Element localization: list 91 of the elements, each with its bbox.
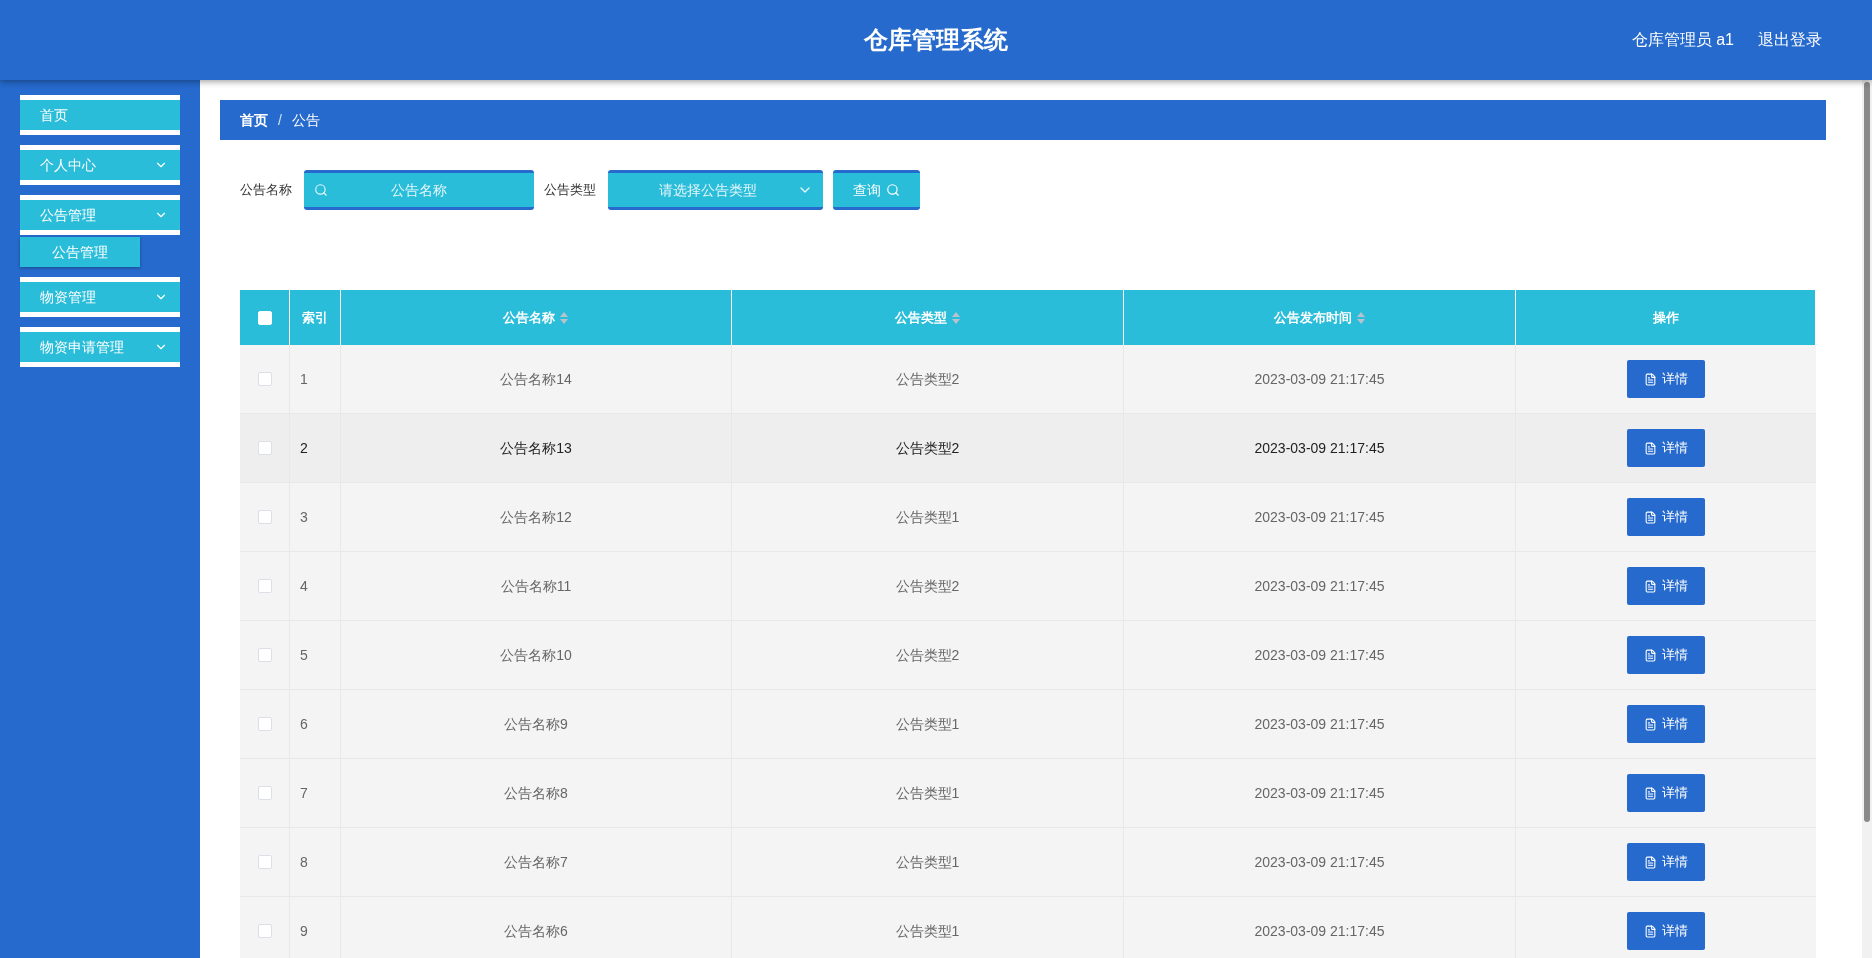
checkbox[interactable]	[257, 579, 272, 593]
details-button[interactable]: 详情	[1627, 567, 1705, 605]
document-icon	[1644, 648, 1657, 662]
search-icon	[314, 183, 328, 197]
checkbox[interactable]	[257, 924, 272, 938]
table-cell-text: 2023-03-09 21:17:45	[1254, 645, 1385, 665]
checkbox[interactable]	[257, 717, 272, 731]
table-cell-text: 公告类型2	[895, 369, 960, 389]
details-button[interactable]: 详情	[1627, 498, 1705, 536]
table-cell-text: 公告名称7	[504, 852, 568, 872]
table-cell-text: 2023-03-09 21:17:45	[1254, 369, 1385, 389]
sort-icon[interactable]	[950, 310, 961, 325]
table-cell-text: 2023-03-09 21:17:45	[1254, 921, 1385, 941]
app-title: 仓库管理系统	[864, 25, 1008, 55]
table-row[interactable]: 7 公告名称8 公告类型1 2023-03-09 21:17:45 详情	[240, 759, 1816, 828]
table-cell-text: 公告类型1	[895, 507, 960, 527]
table-cell-text: 8	[300, 852, 308, 872]
document-icon	[1644, 924, 1657, 938]
table-cell-text: 公告类型2	[895, 645, 960, 665]
table-cell-text: 公告类型2	[895, 576, 960, 596]
document-icon	[1644, 717, 1657, 731]
breadcrumb-separator: /	[278, 110, 282, 130]
details-button[interactable]: 详情	[1627, 912, 1705, 950]
search-field[interactable]: 公告名称	[304, 170, 534, 210]
checkbox[interactable]	[257, 855, 272, 869]
field-label: 公告类型	[544, 181, 596, 200]
checkbox[interactable]	[257, 510, 272, 524]
column-title: 公告类型	[894, 308, 947, 327]
document-icon	[1644, 441, 1657, 455]
table-cell-text: 公告名称13	[500, 438, 572, 458]
document-icon	[1644, 579, 1657, 593]
table-cell-text: 公告名称12	[500, 507, 572, 527]
table-cell-text: 2	[300, 438, 308, 458]
document-icon	[1644, 372, 1657, 386]
table-cell-text: 1	[300, 369, 308, 389]
details-button[interactable]: 详情	[1627, 636, 1705, 674]
table-row[interactable]: 6 公告名称9 公告类型1 2023-03-09 21:17:45 详情	[240, 690, 1816, 759]
table-row[interactable]: 5 公告名称10 公告类型2 2023-03-09 21:17:45 详情	[240, 621, 1816, 690]
details-button[interactable]: 详情	[1627, 843, 1705, 881]
table-cell-text: 2023-03-09 21:17:45	[1254, 783, 1385, 803]
table-cell-text: 公告类型1	[895, 852, 960, 872]
field-label: 公告名称	[240, 181, 292, 200]
checkbox[interactable]	[257, 786, 272, 800]
table-cell-text: 公告名称6	[504, 921, 568, 941]
table-cell-text: 公告类型2	[895, 438, 960, 458]
checkbox[interactable]	[257, 648, 272, 662]
table-cell-text: 公告名称8	[504, 783, 568, 803]
table-cell-text: 7	[300, 783, 308, 803]
column-title: 索引	[302, 308, 328, 327]
table-row[interactable]: 4 公告名称11 公告类型2 2023-03-09 21:17:45 详情	[240, 552, 1816, 621]
column-title: 公告名称	[503, 308, 555, 327]
document-icon	[1644, 510, 1657, 524]
user-name: 仓库管理员 a1	[1631, 30, 1734, 50]
table-cell-text: 公告名称10	[500, 645, 572, 665]
document-icon	[1644, 786, 1657, 800]
sort-icon[interactable]	[559, 310, 569, 325]
table-cell-text: 2023-03-09 21:17:45	[1254, 852, 1385, 872]
document-icon	[1644, 855, 1657, 869]
table-row[interactable]: 1 公告名称14 公告类型2 2023-03-09 21:17:45 详情	[240, 345, 1816, 414]
column-title: 公告发布时间	[1273, 308, 1352, 327]
table-cell-text: 公告名称11	[500, 576, 572, 596]
table-cell-text: 公告名称14	[500, 369, 572, 389]
table-cell-text: 公告类型1	[895, 783, 960, 803]
details-button[interactable]: 详情	[1627, 429, 1705, 467]
table-row[interactable]: 9 公告名称6 公告类型1 2023-03-09 21:17:45 详情	[240, 897, 1816, 958]
table-cell-text: 2023-03-09 21:17:45	[1254, 576, 1385, 596]
table-cell-text: 公告类型1	[895, 714, 960, 734]
table-row[interactable]: 2 公告名称13 公告类型2 2023-03-09 21:17:45 详情	[240, 414, 1816, 483]
table-cell-text: 2023-03-09 21:17:45	[1254, 507, 1385, 527]
breadcrumb-link[interactable]: 公告	[291, 109, 320, 131]
details-button[interactable]: 详情	[1627, 705, 1705, 743]
table-cell-text: 6	[300, 714, 308, 734]
table-cell-text: 3	[300, 507, 308, 527]
logout-link[interactable]: 退出登录	[1758, 28, 1822, 52]
checkbox[interactable]	[257, 441, 272, 455]
search-icon	[886, 183, 900, 197]
details-button[interactable]: 详情	[1627, 774, 1705, 812]
table-cell-text: 公告名称9	[504, 714, 568, 734]
details-button[interactable]: 详情	[1627, 360, 1705, 398]
table-cell-text: 2023-03-09 21:17:45	[1254, 438, 1385, 458]
table-cell-text: 4	[300, 576, 308, 596]
breadcrumb-link[interactable]: 首页	[240, 109, 268, 131]
column-title: 操作	[1652, 308, 1679, 327]
table-row[interactable]: 3 公告名称12 公告类型1 2023-03-09 21:17:45 详情	[240, 483, 1816, 552]
table-row[interactable]: 8 公告名称7 公告类型1 2023-03-09 21:17:45 详情	[240, 828, 1816, 897]
table-cell-text: 5	[300, 645, 308, 665]
sort-icon[interactable]	[1355, 310, 1366, 325]
table-cell-text: 公告类型1	[895, 921, 960, 941]
table-cell-text: 9	[300, 921, 308, 941]
table-cell-text: 2023-03-09 21:17:45	[1254, 714, 1385, 734]
checkbox[interactable]	[257, 372, 272, 386]
